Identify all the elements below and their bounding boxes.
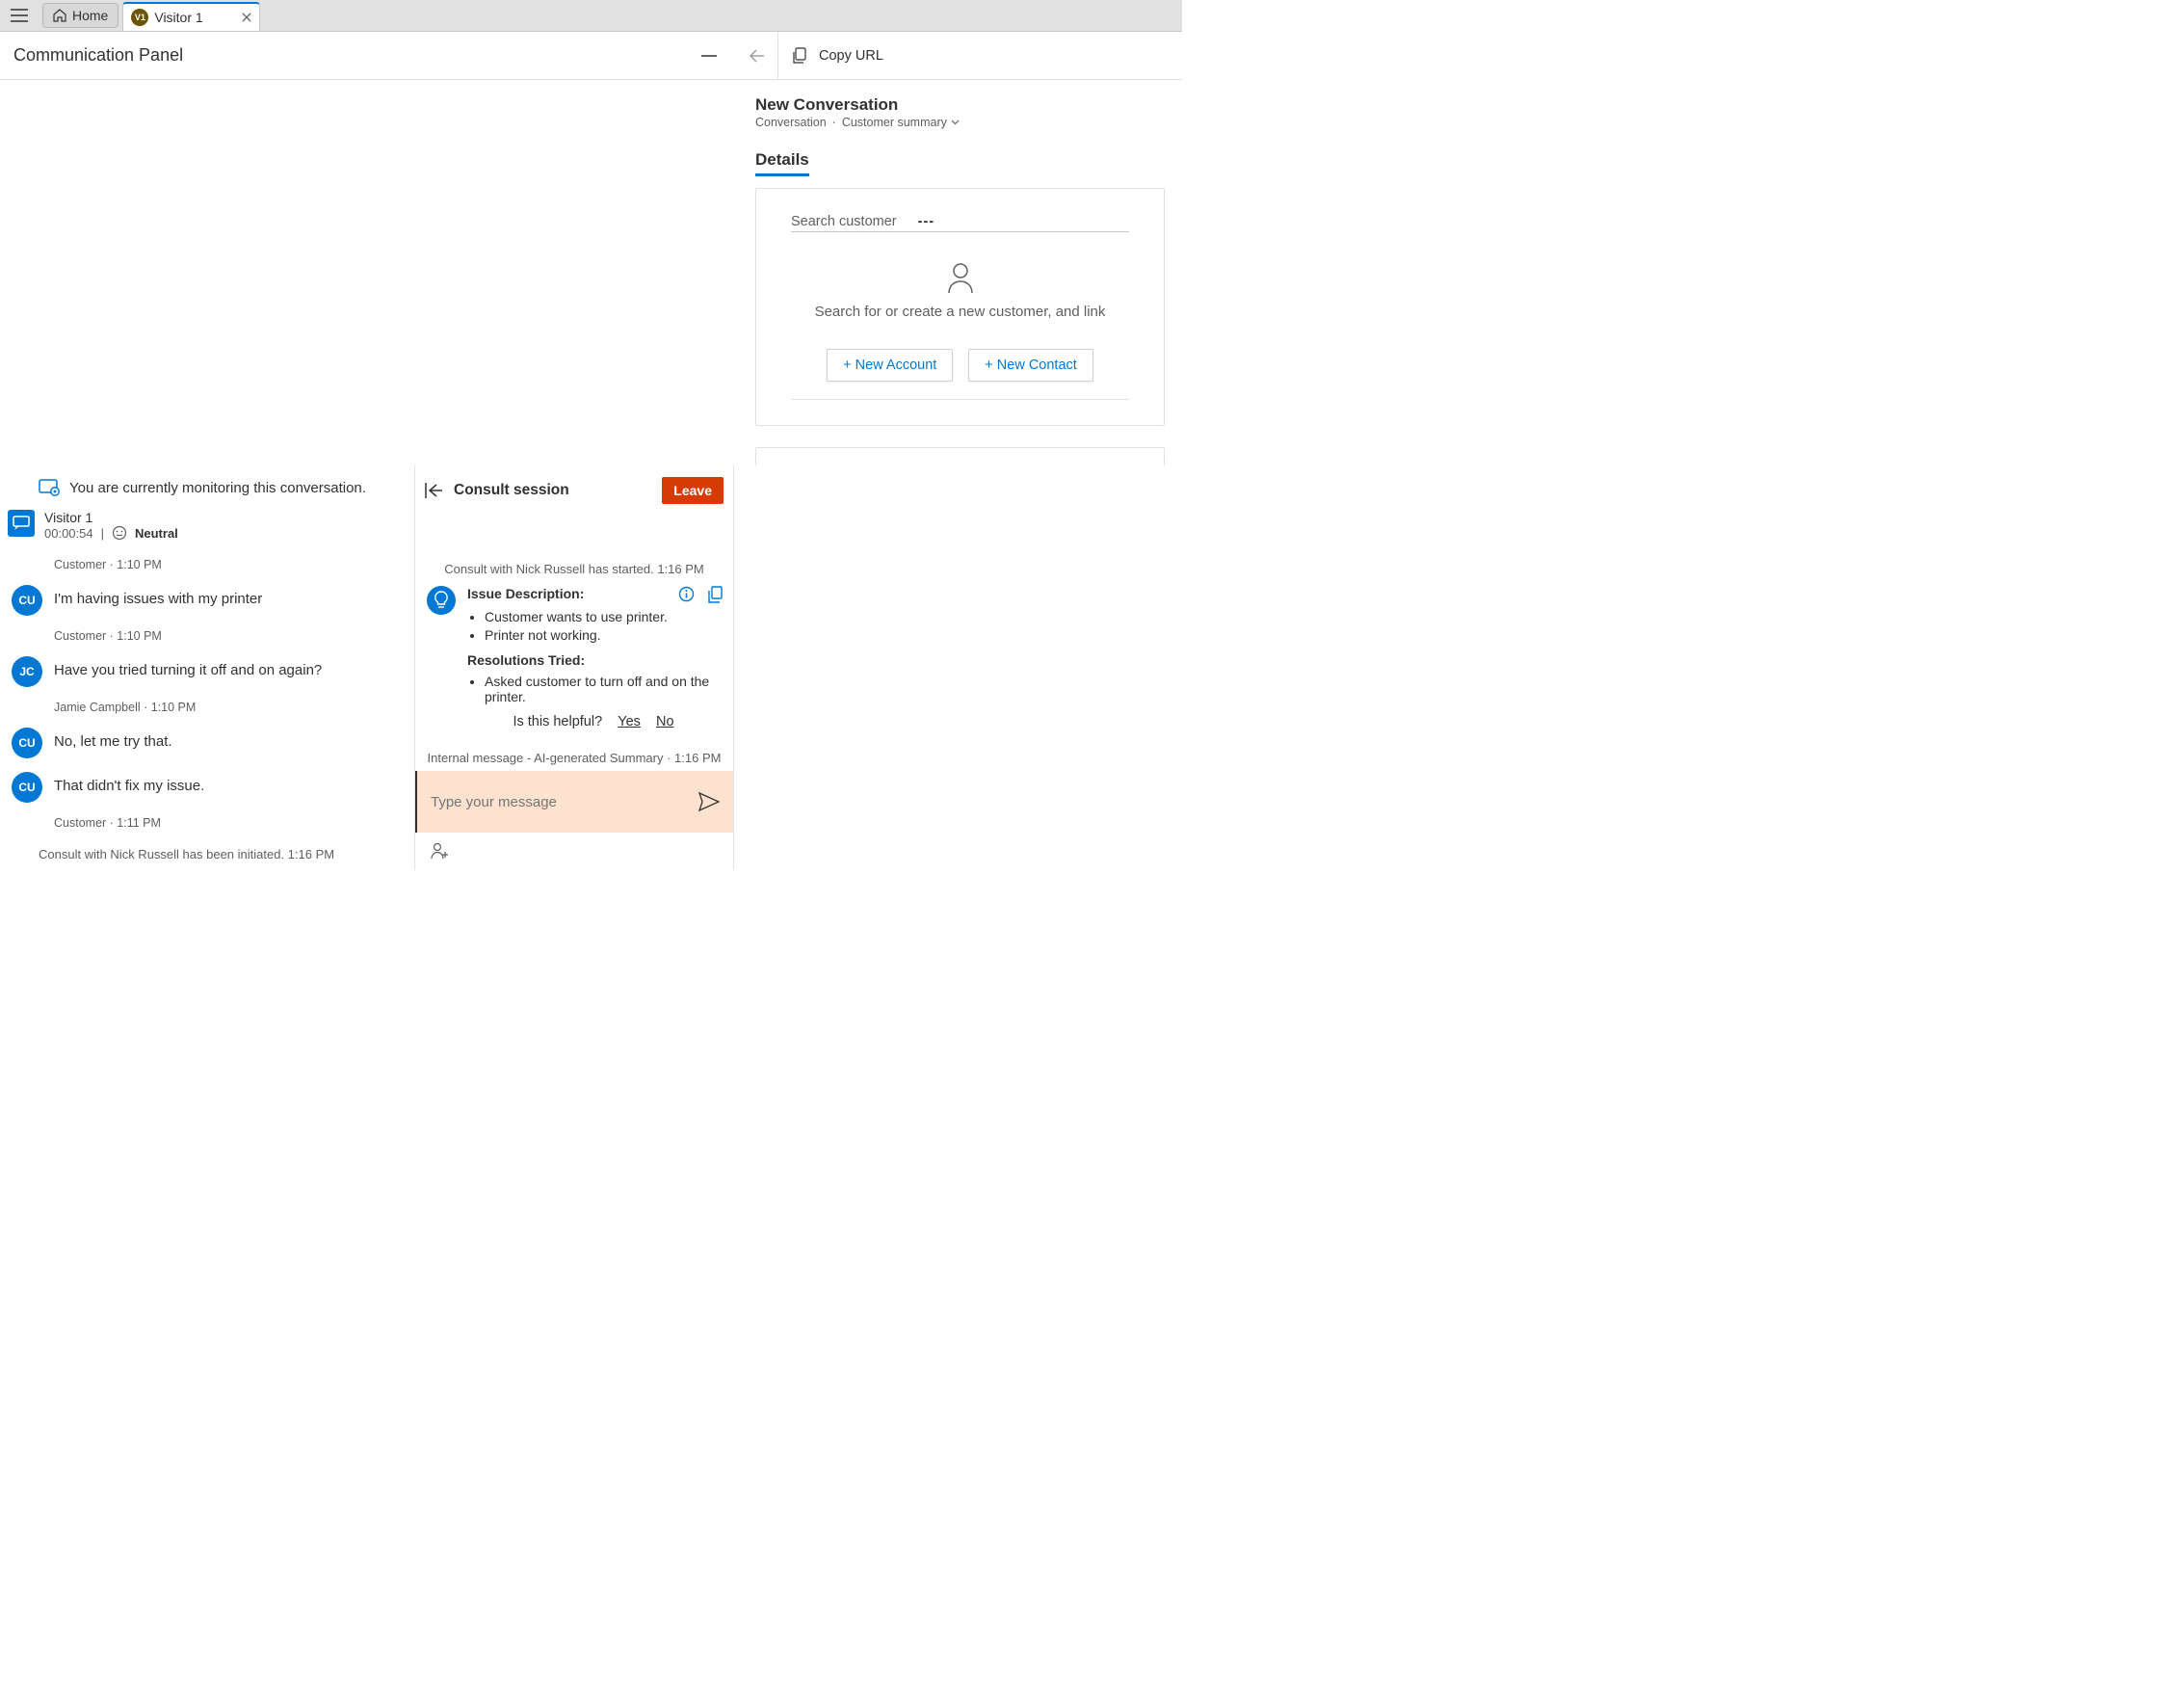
copy-icon[interactable] bbox=[708, 586, 724, 603]
conversation-sub-left: Conversation bbox=[755, 116, 827, 129]
details-tab[interactable]: Details bbox=[755, 150, 809, 176]
consult-started-message: Consult with Nick Russell has started. 1… bbox=[415, 562, 733, 576]
customer-search-card: Search customer --- Search for or create… bbox=[755, 188, 1165, 426]
search-customer-value[interactable]: --- bbox=[918, 214, 935, 229]
conversation-details-title: Conversation details bbox=[770, 464, 1150, 465]
add-participant-icon[interactable] bbox=[431, 842, 450, 860]
copy-url-button[interactable]: Copy URL bbox=[778, 47, 897, 65]
avatar: CU bbox=[12, 772, 42, 803]
chat-message: CU That didn't fix my issue. bbox=[12, 772, 403, 803]
chat-message: CU I'm having issues with my printer bbox=[12, 585, 403, 616]
search-hint: Search for or create a new customer, and… bbox=[791, 304, 1129, 320]
message-meta: Customer · 1:10 PM bbox=[54, 558, 403, 571]
home-tab-label: Home bbox=[72, 8, 108, 23]
helpful-no[interactable]: No bbox=[656, 714, 674, 729]
message-text: I'm having issues with my printer bbox=[54, 591, 403, 607]
helpful-yes[interactable]: Yes bbox=[618, 714, 641, 729]
chat-message: CU No, let me try that. bbox=[12, 728, 403, 758]
person-icon bbox=[791, 261, 1129, 294]
visitor-chat-icon bbox=[8, 510, 35, 537]
resolutions-tried-title: Resolutions Tried: bbox=[467, 652, 724, 668]
issue-item: Customer wants to use printer. bbox=[485, 609, 724, 624]
visitor-badge: V1 bbox=[131, 9, 148, 26]
conversation-title: New Conversation bbox=[755, 95, 1165, 115]
copy-url-icon bbox=[792, 47, 809, 65]
issue-description-title: Issue Description: bbox=[467, 586, 584, 601]
send-icon[interactable] bbox=[698, 792, 720, 811]
resolution-item: Asked customer to turn off and on the pr… bbox=[485, 674, 724, 704]
message-meta: Jamie Campbell · 1:10 PM bbox=[54, 701, 403, 714]
visitor-tab-label: Visitor 1 bbox=[154, 10, 202, 25]
message-meta: Customer · 1:11 PM bbox=[54, 816, 403, 830]
message-input[interactable] bbox=[431, 794, 698, 810]
avatar: CU bbox=[12, 728, 42, 758]
comm-panel-title: Communication Panel bbox=[13, 45, 183, 66]
message-meta: Customer · 1:10 PM bbox=[54, 629, 403, 643]
tab-visitor[interactable]: V1 Visitor 1 bbox=[122, 2, 259, 31]
conversation-details-card: Conversation details Pre-chat survey Vis… bbox=[755, 447, 1165, 465]
helpful-question: Is this helpful? bbox=[513, 714, 602, 729]
sentiment-icon bbox=[112, 525, 127, 541]
new-account-button[interactable]: + New Account bbox=[827, 349, 953, 382]
minimize-icon[interactable] bbox=[701, 55, 717, 57]
avatar: CU bbox=[12, 585, 42, 616]
copy-url-label: Copy URL bbox=[819, 48, 883, 64]
message-text: Have you tried turning it off and on aga… bbox=[54, 662, 403, 678]
chat-message: JC Have you tried turning it off and on … bbox=[12, 656, 403, 687]
conversation-timer: 00:00:54 bbox=[44, 526, 93, 541]
info-icon[interactable] bbox=[678, 586, 695, 603]
hamburger-menu[interactable] bbox=[0, 2, 39, 28]
new-contact-button[interactable]: + New Contact bbox=[968, 349, 1093, 382]
message-text: That didn't fix my issue. bbox=[54, 778, 403, 794]
lightbulb-icon bbox=[427, 586, 456, 615]
message-text: No, let me try that. bbox=[54, 733, 403, 750]
monitoring-message: You are currently monitoring this conver… bbox=[69, 480, 366, 496]
chevron-down-icon bbox=[951, 119, 960, 125]
visitor-name: Visitor 1 bbox=[44, 510, 178, 525]
collapse-consult-icon[interactable] bbox=[425, 483, 442, 498]
avatar: JC bbox=[12, 656, 42, 687]
message-compose[interactable] bbox=[415, 771, 733, 833]
leave-button[interactable]: Leave bbox=[662, 477, 724, 504]
search-customer-label: Search customer bbox=[791, 214, 897, 229]
tab-home[interactable]: Home bbox=[42, 3, 118, 28]
ai-summary-meta: Internal message - AI-generated Summary … bbox=[415, 751, 733, 765]
system-message: Consult with Nick Russell has been initi… bbox=[39, 847, 403, 861]
close-tab-icon[interactable] bbox=[242, 13, 251, 22]
issue-item: Printer not working. bbox=[485, 627, 724, 643]
back-button[interactable] bbox=[734, 32, 778, 79]
monitor-icon bbox=[39, 479, 60, 496]
view-selector[interactable]: Customer summary bbox=[842, 116, 960, 129]
home-icon bbox=[53, 9, 66, 22]
sentiment-label: Neutral bbox=[135, 526, 178, 541]
consult-session-title: Consult session bbox=[454, 482, 569, 499]
